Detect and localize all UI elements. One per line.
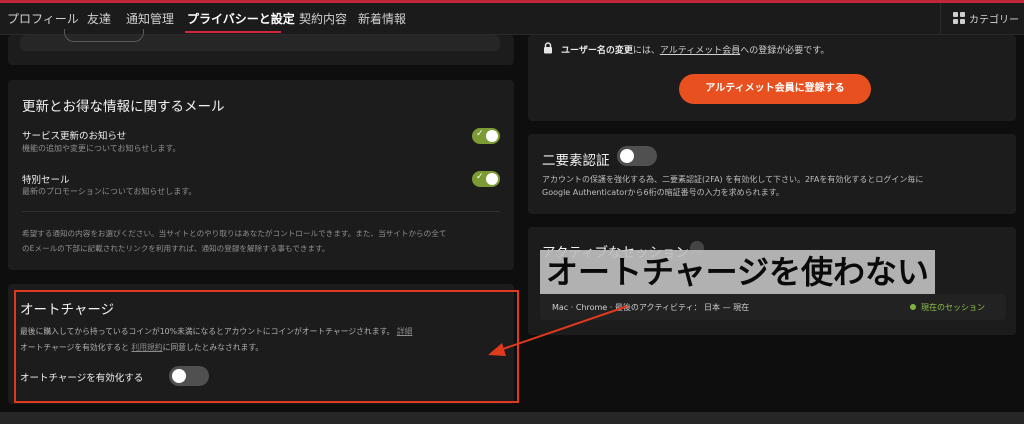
bottom-bar (0, 412, 1024, 424)
annotation-arrow (488, 305, 629, 356)
